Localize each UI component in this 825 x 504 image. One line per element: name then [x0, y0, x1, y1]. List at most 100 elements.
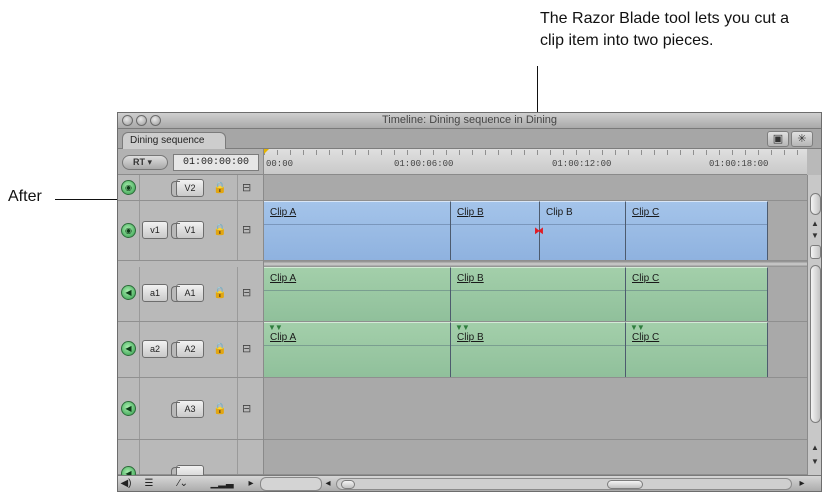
track-height-icon[interactable]: ☰ [136, 477, 162, 491]
clip-v1-a[interactable]: Clip A [264, 201, 451, 260]
snapping-toggle-icon[interactable]: ▣ [767, 131, 789, 147]
rt-menu-button[interactable]: RT ▾ [122, 155, 168, 170]
clip-name: Clip B [457, 332, 484, 343]
scroll-left-arrow-icon[interactable]: ◂ [322, 477, 334, 491]
ruler-label: 01:00:06:00 [394, 159, 454, 169]
lock-icon[interactable]: 🔒 [213, 224, 227, 236]
auto-select-icon[interactable]: ⊟ [242, 343, 254, 355]
ruler-ticks [264, 150, 807, 155]
hscroll-thumb-end[interactable] [607, 480, 643, 489]
dest-control-a1[interactable]: A1 [171, 284, 204, 302]
lane-a4[interactable] [264, 440, 807, 475]
track-audible-icon[interactable]: ◀ [121, 341, 136, 356]
source-patch-a1[interactable]: a1 [142, 284, 168, 302]
clip-name: Clip C [632, 273, 660, 284]
clip-v1-c[interactable]: Clip C [626, 201, 768, 260]
window-title: Timeline: Dining sequence in Dining [381, 114, 558, 126]
zoom-slider[interactable] [260, 477, 322, 491]
scroll-down-arrow-icon[interactable]: ▼ [811, 457, 819, 466]
hscroll-thumb-start[interactable] [341, 480, 355, 489]
auto-select-icon[interactable]: ⊟ [242, 224, 254, 236]
clip-overlays-icon[interactable]: ⁄⌄ [168, 477, 198, 491]
scroll-up-arrow-icon[interactable]: ▲ [811, 443, 819, 452]
scroll-up-arrow-icon[interactable]: ▲ [811, 219, 819, 228]
clip-a2-b[interactable]: ▼▼ Clip B [451, 322, 626, 377]
dest-control-v2[interactable]: V2 [171, 179, 204, 197]
track-header-a4: ◀ [118, 440, 263, 483]
track-header-a2: ◀ a2 A2 🔒 ⊟ [118, 322, 263, 378]
current-timecode-field[interactable]: 01:00:00:00 [173, 154, 259, 171]
track-visibility-icon[interactable]: ◉ [121, 223, 136, 238]
title-bar: Timeline: Dining sequence in Dining [118, 113, 821, 129]
linking-toggle-icon[interactable]: ✳ [791, 131, 813, 147]
lane-a1: Clip A Clip B Clip C [264, 267, 807, 322]
disclosure-icon[interactable]: ▸ [246, 477, 256, 491]
dest-control-a2[interactable]: A2 [171, 340, 204, 358]
auto-select-icon[interactable]: ⊟ [242, 403, 254, 415]
after-label: After [8, 188, 42, 205]
lock-icon[interactable]: 🔒 [213, 403, 227, 415]
audio-controls-icon[interactable]: ◀) [120, 477, 132, 491]
timeline-window: Timeline: Dining sequence in Dining Dini… [117, 112, 822, 492]
clip-a1-b[interactable]: Clip B [451, 267, 626, 321]
track-header-a1: ◀ a1 A1 🔒 ⊟ [118, 267, 263, 322]
clip-name: Clip C [632, 332, 660, 343]
tab-dining-sequence[interactable]: Dining sequence [122, 132, 226, 150]
track-header-a3: ◀ A3 🔒 ⊟ [118, 378, 263, 440]
clip-a1-c[interactable]: Clip C [626, 267, 768, 321]
track-header-v2: ◉ V2 🔒 ⊟ [118, 175, 263, 201]
clip-v1-b-second[interactable]: Clip B [540, 201, 626, 260]
audio-scroll-thumb[interactable] [810, 265, 821, 423]
stereo-link-icon: ▼▼ [630, 323, 645, 332]
clip-a1-a[interactable]: Clip A [264, 267, 451, 321]
clip-v1-b-first[interactable]: Clip B [451, 201, 540, 260]
clip-name: Clip B [457, 207, 484, 218]
razor-cut-marker-icon: ⧓ [534, 226, 544, 237]
lock-icon[interactable]: 🔒 [213, 287, 227, 299]
track-header-v1: ◉ v1 V1 🔒 ⊟ [118, 201, 263, 261]
track-headers: ◉ V2 🔒 ⊟ ◉ v1 V1 🔒 ⊟ ◀ a1 A1 🔒 ⊟ ◀ a2 A2… [118, 175, 263, 483]
timeline-bottom-bar: ◀) ☰ ⁄⌄ ▁▂▃ ▸ ◂ ▸ [118, 475, 821, 491]
lane-v1: Clip A Clip B Clip B Clip C ⧓ [264, 201, 807, 261]
dest-control-v1[interactable]: V1 [171, 221, 204, 239]
scroll-down-arrow-icon[interactable]: ▼ [811, 231, 819, 240]
track-size-icon[interactable]: ▁▂▃ [202, 477, 242, 491]
stereo-link-icon: ▼▼ [268, 323, 283, 332]
dest-control-a3[interactable]: A3 [171, 400, 204, 418]
lane-a2: ▼▼ Clip A ▼▼ Clip B ▼▼ Clip C [264, 322, 807, 378]
clip-a2-a[interactable]: ▼▼ Clip A [264, 322, 451, 377]
ruler-label: 01:00:12:00 [552, 159, 612, 169]
video-scroll-thumb[interactable] [810, 193, 821, 215]
clip-name: Clip A [270, 332, 297, 343]
clip-name: Clip A [270, 273, 297, 284]
lane-v2[interactable] [264, 175, 807, 201]
clip-name: Clip B [457, 273, 484, 284]
lane-a3[interactable] [264, 378, 807, 440]
timeline-controls: RT ▾ 01:00:00:00 [118, 149, 263, 175]
playhead-marker[interactable] [264, 149, 269, 154]
track-audible-icon[interactable]: ◀ [121, 401, 136, 416]
horizontal-scrollbar[interactable] [336, 478, 792, 490]
source-patch-a2[interactable]: a2 [142, 340, 168, 358]
lock-icon[interactable]: 🔒 [213, 182, 227, 194]
time-ruler[interactable]: 00:00 01:00:06:00 01:00:12:00 01:00:18:0… [263, 149, 807, 175]
clip-a2-c[interactable]: ▼▼ Clip C [626, 322, 768, 377]
after-leader-line [55, 199, 117, 200]
clip-name: Clip B [546, 207, 573, 218]
vertical-scrollbar[interactable]: ▲ ▼ ▲ ▼ [807, 175, 821, 475]
lock-icon[interactable]: 🔒 [213, 343, 227, 355]
track-area: Clip A Clip B Clip B Clip C ⧓ Clip A Cli… [263, 175, 807, 475]
track-visibility-icon[interactable]: ◉ [121, 180, 136, 195]
source-patch-v1[interactable]: v1 [142, 221, 168, 239]
auto-select-icon[interactable]: ⊟ [242, 182, 254, 194]
clip-name: Clip C [632, 207, 660, 218]
ruler-label: 01:00:18:00 [709, 159, 769, 169]
stereo-link-icon: ▼▼ [455, 323, 470, 332]
track-audible-icon[interactable]: ◀ [121, 285, 136, 300]
auto-select-icon[interactable]: ⊟ [242, 287, 254, 299]
razor-blade-callout: The Razor Blade tool lets you cut a clip… [540, 10, 790, 49]
split-handle-icon[interactable] [810, 245, 821, 259]
tab-bar: Dining sequence ▣ ✳ [118, 129, 821, 150]
scroll-right-arrow-icon[interactable]: ▸ [796, 477, 808, 491]
clip-name: Clip A [270, 207, 297, 218]
